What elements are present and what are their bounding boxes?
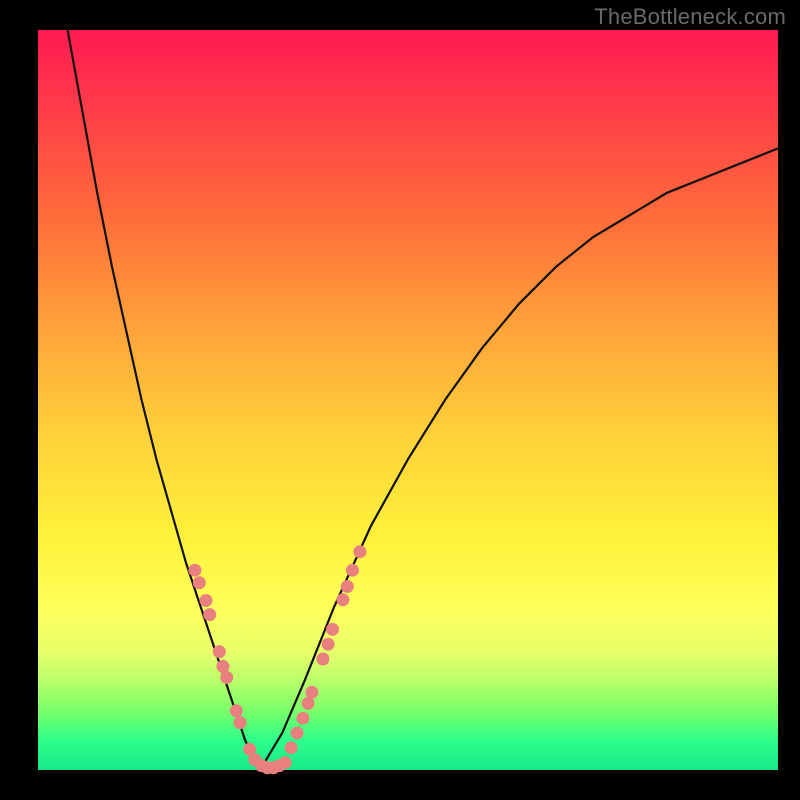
sample-dot [285, 741, 298, 754]
sample-dot [234, 716, 247, 729]
sample-dot [341, 580, 354, 593]
sample-dot [336, 593, 349, 606]
sample-dot [346, 564, 359, 577]
sample-dot [302, 697, 315, 710]
left-branch-curve [68, 30, 260, 770]
sample-dot [213, 645, 226, 658]
sample-dot [316, 653, 329, 666]
sample-dot [305, 686, 318, 699]
curve-layer [38, 30, 778, 770]
sample-dot [230, 704, 243, 717]
plot-area [38, 30, 778, 770]
right-branch-curve [260, 148, 778, 770]
sample-dot [217, 660, 230, 673]
sample-dot [279, 756, 292, 769]
sample-dot [200, 594, 213, 607]
sample-dot [188, 564, 201, 577]
watermark-text: TheBottleneck.com [594, 4, 786, 30]
sample-dot [203, 608, 216, 621]
sample-dot [220, 671, 233, 684]
chart-frame: TheBottleneck.com [0, 0, 800, 800]
sample-dot [291, 727, 304, 740]
sample-dot [193, 576, 206, 589]
sample-dot [353, 545, 366, 558]
sample-dot [296, 712, 309, 725]
sample-dot [322, 638, 335, 651]
sample-dot [326, 623, 339, 636]
